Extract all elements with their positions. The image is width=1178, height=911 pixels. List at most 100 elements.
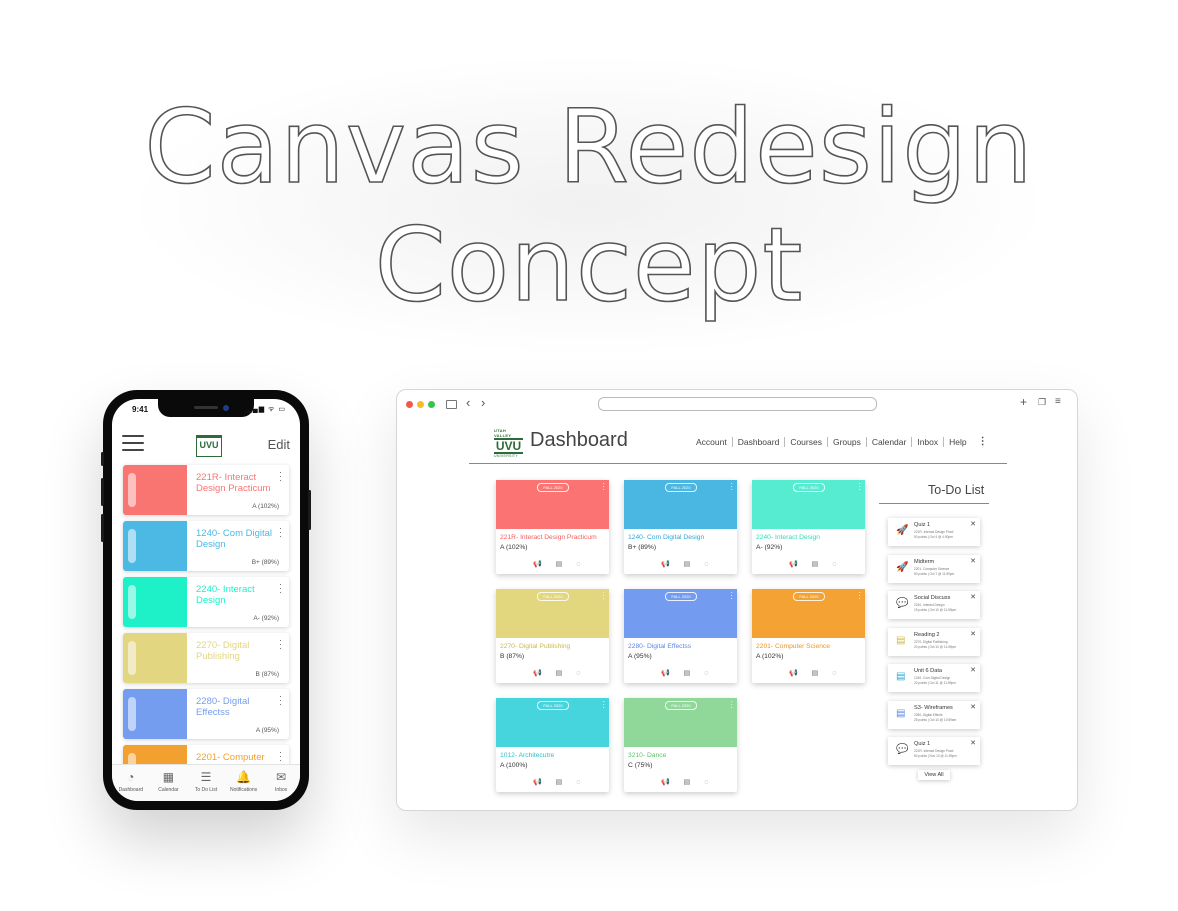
- address-bar[interactable]: [598, 397, 877, 411]
- view-all-button[interactable]: View All: [918, 770, 950, 780]
- course-card[interactable]: 2240- Interact Design A- (92%) · · ·: [123, 577, 289, 627]
- minimize-window-dot[interactable]: [417, 401, 424, 408]
- close-window-dot[interactable]: [406, 401, 413, 408]
- header-divider: [469, 463, 1007, 464]
- todo-course: 2280- Digital Effects: [914, 712, 943, 717]
- course-options-icon[interactable]: · · ·: [602, 480, 605, 494]
- close-icon[interactable]: ✕: [970, 630, 976, 638]
- course-options-icon[interactable]: · · ·: [858, 589, 861, 603]
- course-card[interactable]: FALL 2020 · · · 2201- Computer Science A (102…: [752, 589, 865, 683]
- course-action-icons[interactable]: 📢 ▤ ◌: [661, 669, 714, 677]
- course-grade: A (95%): [255, 727, 279, 734]
- nav-help[interactable]: Help: [943, 436, 971, 447]
- course-card[interactable]: 1240- Com Digital Design B+ (89%) · · ·: [123, 521, 289, 571]
- course-card[interactable]: FALL 2020 · · · 1012- Architecutre A (100%) 📢 …: [496, 698, 609, 792]
- tabs-overview-icon[interactable]: ❐: [1038, 397, 1046, 408]
- maximize-window-dot[interactable]: [428, 401, 435, 408]
- nav-dashboard[interactable]: Dashboard: [731, 436, 785, 447]
- course-name[interactable]: 2240- Interact Design: [756, 534, 820, 541]
- todo-item[interactable]: 🚀 Quiz 1 221R- Interact Design Pract 50 poi…: [888, 518, 980, 546]
- course-card[interactable]: FALL 2020 · · · 2240- Interact Design A- (92%…: [752, 480, 865, 574]
- course-card[interactable]: FALL 2020 · · · 2280- Digital Effectss A (95%…: [624, 589, 737, 683]
- todo-item[interactable]: ▤ S3- Wireframes 2280- Digital Effects 25 p…: [888, 700, 980, 729]
- todo-due: 20 points | Oct 10 @ 11:59pm: [914, 644, 957, 649]
- close-icon[interactable]: ✕: [970, 593, 976, 601]
- tab-todo-list[interactable]: ☰ To Do List: [187, 765, 225, 801]
- course-card[interactable]: FALL 2020 · · · 221R- Interact Design Practi…: [496, 480, 609, 574]
- course-card[interactable]: 221R- Interact Design Practicum A (102%) ·…: [123, 465, 289, 515]
- course-name[interactable]: 221R- Interact Design Practicum: [500, 534, 597, 541]
- course-card[interactable]: FALL 2020 · · · 1240- Com Digital Design B+ (…: [624, 480, 737, 574]
- course-name[interactable]: 1240- Com Digital Design: [628, 534, 704, 541]
- todo-item[interactable]: ▤ Reading 2 2270- Digital Publishing 20 poi…: [888, 627, 980, 656]
- forward-arrow-icon[interactable]: ›: [481, 395, 485, 410]
- more-options-icon[interactable]: ⋮: [978, 436, 988, 447]
- uvu-logo[interactable]: UTAH VALLEY UVU UNIVERSITY: [494, 428, 523, 458]
- course-card[interactable]: FALL 2020 · · · 2270- Digital Publishing B (8…: [496, 589, 609, 683]
- browser-window: ‹ › + ❐ ≡ UTAH VALLEY UVU UNIVERSITY Das…: [396, 389, 1078, 811]
- course-options-icon[interactable]: · · ·: [730, 589, 733, 603]
- course-options-icon[interactable]: · · ·: [279, 580, 282, 597]
- close-icon[interactable]: ✕: [970, 520, 976, 528]
- course-options-icon[interactable]: · · ·: [279, 748, 282, 765]
- back-arrow-icon[interactable]: ‹: [466, 395, 470, 410]
- course-action-icons[interactable]: 📢 ▤ ◌: [533, 669, 586, 677]
- course-options-icon[interactable]: · · ·: [730, 698, 733, 712]
- todo-item[interactable]: 🚀 Midterm 2201- Computer Science 50 points …: [888, 554, 980, 583]
- rocket-icon: 🚀: [896, 525, 909, 536]
- course-name[interactable]: 2280- Digital Effectss: [628, 643, 691, 650]
- course-action-icons[interactable]: 📢 ▤ ◌: [789, 669, 842, 677]
- tab-calendar[interactable]: ▦ Calendar: [150, 765, 188, 801]
- todo-title-text: Midterm: [914, 558, 935, 565]
- course-action-icons[interactable]: 📢 ▤ ◌: [661, 560, 714, 568]
- close-icon[interactable]: ✕: [970, 739, 976, 747]
- course-options-icon[interactable]: · · ·: [279, 636, 282, 653]
- todo-course: 2201- Computer Science: [914, 566, 950, 571]
- todo-divider: [879, 503, 989, 504]
- document-icon: ▤: [896, 634, 906, 646]
- nav-calendar[interactable]: Calendar: [865, 436, 912, 447]
- sidebar-toggle-icon[interactable]: [446, 400, 457, 409]
- tab-inbox[interactable]: ✉ Inbox: [262, 765, 300, 801]
- course-options-icon[interactable]: · · ·: [602, 698, 605, 712]
- new-tab-icon[interactable]: +: [1020, 395, 1027, 409]
- course-grade: A- (92%): [756, 544, 783, 551]
- course-action-icons[interactable]: 📢 ▤ ◌: [789, 560, 842, 568]
- todo-item[interactable]: ▤ Unit 6 Data 1240- Com Digital Design 20 p…: [888, 664, 980, 692]
- course-options-icon[interactable]: · · ·: [279, 524, 282, 541]
- term-badge: FALL 2020: [665, 592, 697, 601]
- course-action-icons[interactable]: 📢 ▤ ◌: [661, 778, 714, 786]
- hamburger-menu-icon[interactable]: [122, 435, 144, 451]
- nav-groups[interactable]: Groups: [826, 436, 866, 447]
- tab-notifications[interactable]: 🔔 Notifications: [225, 765, 263, 801]
- close-icon[interactable]: ✕: [970, 666, 976, 674]
- nav-account[interactable]: Account: [691, 437, 732, 447]
- course-options-icon[interactable]: · · ·: [730, 480, 733, 494]
- course-card[interactable]: 2280- Digital Effectss A (95%) · · ·: [123, 689, 289, 739]
- course-name[interactable]: 2201- Computer Science: [756, 643, 830, 650]
- course-name[interactable]: 2270- Digital Publishing: [500, 643, 570, 650]
- browser-menu-icon[interactable]: ≡: [1055, 396, 1061, 407]
- todo-due: 15 points | Oct 10 @ 11:59pm: [914, 608, 957, 612]
- bottom-tab-bar: ◔ Dashboard ▦ Calendar ☰ To Do List 🔔 Notificat…: [112, 764, 300, 801]
- course-options-icon[interactable]: · · ·: [279, 468, 282, 485]
- front-camera: [223, 405, 229, 411]
- tab-dashboard[interactable]: ◔ Dashboard: [112, 765, 150, 801]
- todo-item[interactable]: 💬 Social Discuss 2240- Interact Design 15 p…: [888, 591, 980, 619]
- edit-button[interactable]: Edit: [268, 437, 290, 452]
- course-name[interactable]: 3210- Dance: [628, 752, 666, 759]
- nav-inbox[interactable]: Inbox: [911, 436, 943, 447]
- close-icon[interactable]: ✕: [970, 703, 976, 711]
- course-card[interactable]: FALL 2020 · · · 3210- Dance C (75%) 📢 ▤ ◌: [624, 698, 737, 792]
- course-options-icon[interactable]: · · ·: [858, 480, 861, 494]
- todo-item[interactable]: 💬 Quiz 1 221R- Interact Design Pract 50 poi…: [888, 737, 980, 765]
- tab-label: To Do List: [194, 787, 218, 793]
- course-options-icon[interactable]: · · ·: [602, 589, 605, 603]
- course-action-icons[interactable]: 📢 ▤ ◌: [533, 778, 586, 786]
- nav-courses[interactable]: Courses: [784, 436, 827, 447]
- course-action-icons[interactable]: 📢 ▤ ◌: [533, 560, 586, 568]
- course-options-icon[interactable]: · · ·: [279, 692, 282, 709]
- course-card[interactable]: 2270- Digital Publishing B (87%) · · ·: [123, 633, 289, 683]
- course-name[interactable]: 1012- Architecutre: [500, 752, 554, 759]
- close-icon[interactable]: ✕: [970, 557, 976, 565]
